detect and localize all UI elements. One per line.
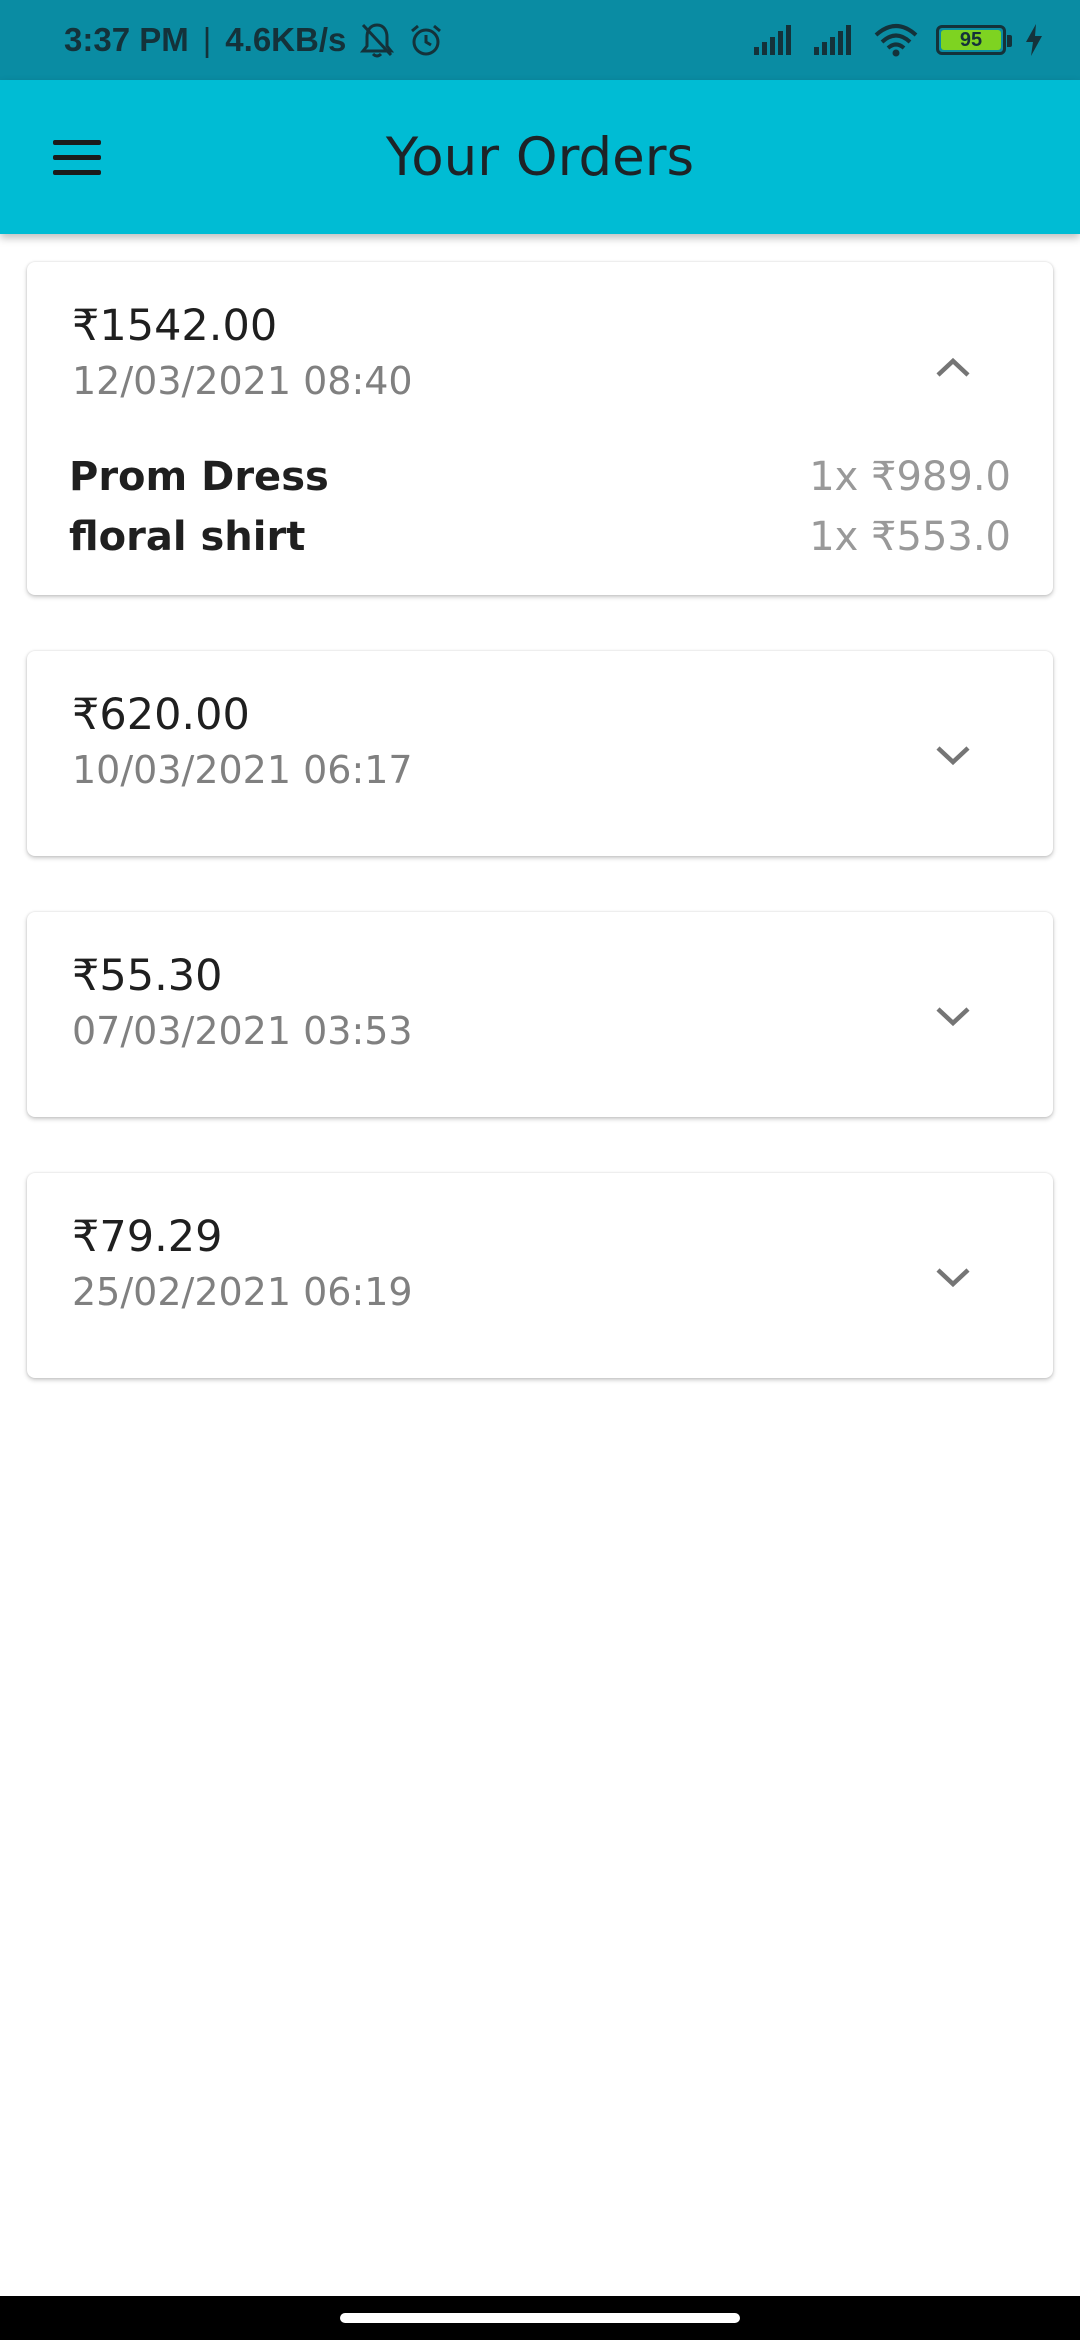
item-qty-price: 1x ₹553.0: [809, 514, 1011, 560]
menu-line: [53, 139, 101, 145]
order-amount: ₹1542.00: [72, 301, 278, 351]
order-card[interactable]: ₹79.29 25/02/2021 06:19: [27, 1173, 1053, 1378]
alarm-icon: [408, 22, 444, 58]
order-card[interactable]: ₹620.00 10/03/2021 06:17: [27, 651, 1053, 856]
wifi-icon: [874, 23, 918, 57]
chevron-up-icon[interactable]: [923, 337, 983, 397]
order-date: 25/02/2021 06:19: [72, 1270, 413, 1315]
chevron-down-icon[interactable]: [923, 726, 983, 786]
signal-icon-2: [814, 25, 856, 55]
network-speed: 4.6KB/s: [225, 21, 347, 58]
chevron-down-icon[interactable]: [923, 987, 983, 1047]
status-bar: 3:37 PM | 4.6KB/s 95: [0, 0, 1080, 80]
order-card[interactable]: ₹1542.00 12/03/2021 08:40 Prom Dress 1x …: [27, 262, 1053, 595]
battery-level: 95: [941, 29, 1001, 51]
status-right: 95: [754, 23, 1044, 57]
chevron-down-icon[interactable]: [923, 1248, 983, 1308]
order-items: Prom Dress 1x ₹989.0 floral shirt 1x ₹55…: [27, 447, 1053, 595]
app-bar: Your Orders: [0, 80, 1080, 234]
home-indicator[interactable]: [340, 2313, 740, 2323]
order-card-header[interactable]: ₹55.30 07/03/2021 03:53: [27, 912, 1053, 1117]
battery-icon: 95: [936, 25, 1012, 55]
status-left: 3:37 PM | 4.6KB/s: [64, 21, 444, 59]
order-item: floral shirt 1x ₹553.0: [69, 507, 1011, 567]
order-card[interactable]: ₹55.30 07/03/2021 03:53: [27, 912, 1053, 1117]
status-time: 3:37 PM: [64, 21, 189, 58]
order-amount: ₹55.30: [72, 951, 223, 1001]
page-title: Your Orders: [385, 126, 695, 188]
order-card-header[interactable]: ₹620.00 10/03/2021 06:17: [27, 651, 1053, 856]
charging-icon: [1024, 24, 1044, 56]
signal-icon: [754, 25, 796, 55]
hamburger-menu-icon[interactable]: [42, 122, 112, 192]
order-card-header[interactable]: ₹1542.00 12/03/2021 08:40: [27, 262, 1053, 467]
order-amount: ₹620.00: [72, 690, 250, 740]
status-separator: |: [202, 21, 212, 58]
order-date: 12/03/2021 08:40: [72, 359, 413, 404]
orders-list: ₹1542.00 12/03/2021 08:40 Prom Dress 1x …: [27, 262, 1053, 1434]
order-card-header[interactable]: ₹79.29 25/02/2021 06:19: [27, 1173, 1053, 1378]
item-name: floral shirt: [69, 514, 306, 560]
bell-muted-icon: [360, 21, 395, 59]
order-date: 10/03/2021 06:17: [72, 748, 413, 793]
menu-line: [53, 169, 101, 175]
menu-line: [53, 154, 101, 160]
order-amount: ₹79.29: [72, 1212, 223, 1262]
order-date: 07/03/2021 03:53: [72, 1009, 413, 1054]
system-nav-bar: [0, 2296, 1080, 2340]
